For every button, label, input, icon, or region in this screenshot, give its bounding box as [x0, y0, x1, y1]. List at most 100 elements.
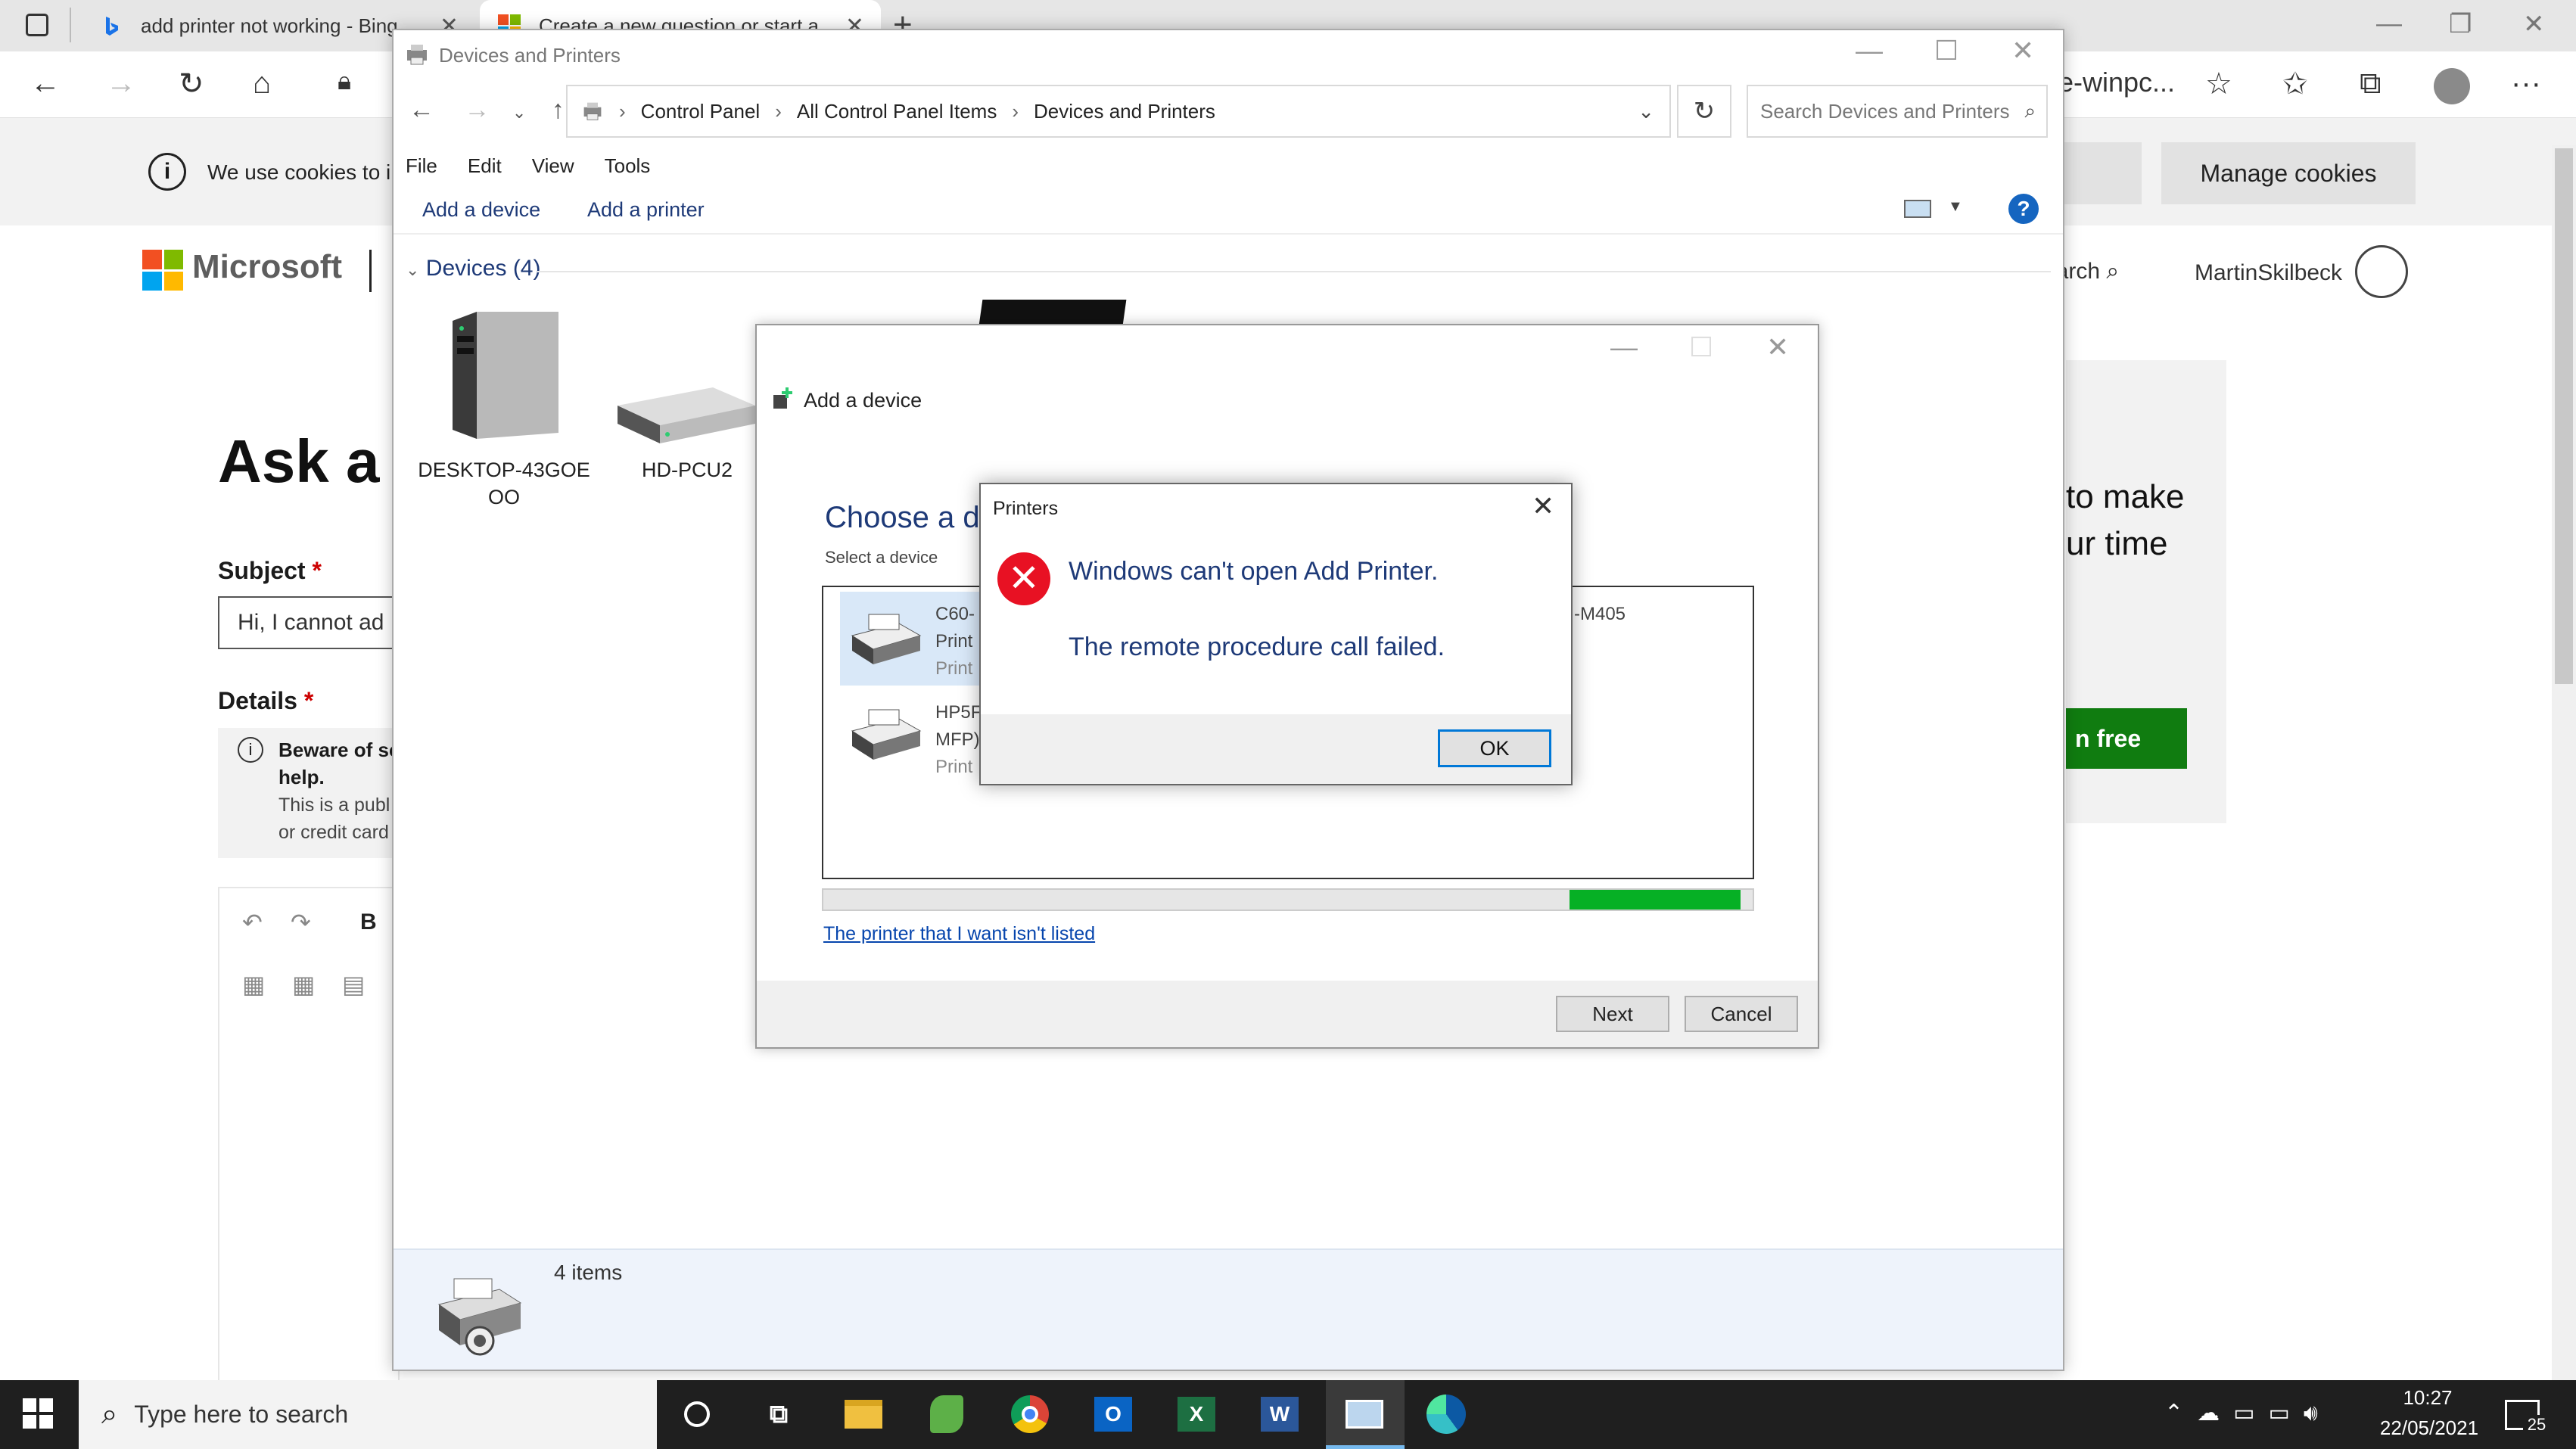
excel-icon[interactable]: X — [1171, 1389, 1221, 1439]
undo-icon[interactable]: ↶ — [242, 908, 263, 937]
chevron-up-icon[interactable]: ⌃ — [2164, 1401, 2197, 1426]
tab-divider — [70, 8, 71, 42]
user-avatar-icon[interactable] — [2355, 245, 2408, 298]
progress-fill — [1570, 890, 1741, 910]
edge-icon[interactable] — [1421, 1389, 1471, 1439]
breadcrumb-separator: › — [775, 99, 782, 123]
search-icon: ⌕ — [101, 1398, 118, 1430]
bold-button[interactable]: B — [360, 910, 377, 935]
system-tray[interactable]: ⌃☁▭▭🔊︎ — [2164, 1400, 2332, 1426]
device-type: Print — [935, 757, 973, 777]
close-icon[interactable]: ✕ — [2011, 35, 2034, 67]
microsoft-logo-icon[interactable] — [142, 250, 183, 291]
task-view-icon[interactable]: ⧉ — [754, 1389, 804, 1439]
refresh-icon[interactable]: ↻ — [179, 67, 204, 101]
more-icon[interactable]: ··· — [2511, 67, 2541, 101]
evernote-icon[interactable] — [922, 1389, 972, 1439]
address-bar[interactable]: › Control Panel › All Control Panel Item… — [566, 85, 1671, 138]
table-grid-icon[interactable]: ▦ — [292, 970, 315, 999]
outlook-icon[interactable]: O — [1088, 1389, 1138, 1439]
word-icon[interactable]: W — [1255, 1389, 1305, 1439]
menu-view[interactable]: View — [532, 154, 574, 178]
username[interactable]: MartinSkilbeck — [2195, 260, 2342, 286]
chevron-down-icon[interactable]: ⌄ — [1638, 100, 1654, 123]
search-input[interactable]: Search Devices and Printers ⌕ — [1747, 85, 2048, 138]
chevron-down-icon: ⌄ — [406, 260, 420, 279]
printer-not-listed-link[interactable]: The printer that I want isn't listed — [823, 923, 1095, 945]
breadcrumb-control-panel[interactable]: Control Panel — [641, 100, 761, 123]
volume-icon[interactable]: 🔊︎ — [2304, 1401, 2332, 1426]
close-icon[interactable]: ✕ — [1766, 331, 1789, 363]
favorite-star-icon[interactable]: ☆ — [2205, 67, 2232, 101]
manage-cookies-button[interactable]: Manage cookies — [2161, 142, 2416, 204]
cortana-icon[interactable] — [672, 1389, 722, 1439]
device-type: MFP) — [935, 729, 980, 750]
breadcrumb-all-items[interactable]: All Control Panel Items — [797, 100, 997, 123]
menu-edit[interactable]: Edit — [468, 154, 502, 178]
device-label: OO — [487, 486, 520, 508]
tab-actions-icon[interactable] — [26, 14, 48, 36]
collections-icon[interactable]: ⧉ — [2360, 67, 2382, 101]
minimize-icon[interactable]: — — [1856, 35, 1883, 67]
next-button[interactable]: Next — [1556, 996, 1669, 1032]
forward-icon[interactable]: → — [106, 67, 136, 101]
monitor-device-icon[interactable] — [978, 300, 1127, 325]
lock-icon[interactable]: 🔒︎ — [338, 67, 351, 96]
control-panel-taskbar-icon[interactable] — [1339, 1389, 1389, 1439]
breadcrumb-devices-printers[interactable]: Devices and Printers — [1034, 100, 1215, 123]
chrome-icon[interactable] — [1005, 1389, 1055, 1439]
dialog-title: Add a device — [804, 389, 922, 412]
scrollbar-thumb[interactable] — [2555, 148, 2573, 684]
view-options-icon[interactable] — [1904, 200, 1931, 218]
table-rows-icon[interactable]: ▤ — [342, 970, 365, 999]
maximize-icon: ☐ — [1689, 331, 1714, 362]
back-icon[interactable]: ← — [30, 67, 61, 101]
battery-icon[interactable]: ▭ — [2233, 1401, 2268, 1426]
devices-group-header[interactable]: ⌄ Devices (4) — [406, 256, 540, 281]
minimize-icon[interactable]: — — [1610, 331, 1638, 363]
add-device-button[interactable]: Add a device — [422, 198, 540, 222]
printer-camera-icon — [437, 1278, 522, 1356]
error-detail: The remote procedure call failed. — [1069, 633, 1445, 661]
help-icon[interactable]: ? — [2008, 194, 2039, 224]
minimize-icon[interactable]: — — [2376, 9, 2402, 39]
chevron-down-icon[interactable]: ▼ — [1948, 198, 1963, 216]
add-printer-button[interactable]: Add a printer — [587, 198, 705, 222]
back-icon[interactable]: ← — [409, 95, 434, 124]
up-icon[interactable]: ↑ — [552, 95, 565, 124]
menu-file[interactable]: File — [406, 154, 437, 178]
close-icon[interactable]: ✕ — [1532, 490, 1554, 522]
file-explorer-icon[interactable] — [838, 1389, 888, 1439]
search-icon: ⌕ — [2106, 259, 2120, 284]
profile-avatar-icon[interactable] — [2434, 68, 2470, 104]
promo-button[interactable]: n free — [2066, 708, 2187, 769]
address-bar-fragment[interactable]: e-winpc... — [2058, 67, 2175, 98]
explorer-nav: ← → ⌄ ↑ — [409, 95, 565, 125]
ok-button[interactable]: OK — [1438, 729, 1551, 767]
network-icon[interactable]: ▭ — [2269, 1401, 2304, 1426]
onedrive-icon[interactable]: ☁ — [2197, 1401, 2233, 1426]
notification-count: 25 — [2523, 1415, 2550, 1438]
menu-tools[interactable]: Tools — [605, 154, 651, 178]
maximize-icon[interactable]: ☐ — [1934, 35, 1958, 67]
favorites-icon[interactable]: ✩ — [2282, 67, 2308, 101]
restore-icon[interactable]: ❐ — [2449, 9, 2472, 39]
subject-input[interactable]: Hi, I cannot ad — [218, 596, 400, 649]
cancel-button[interactable]: Cancel — [1685, 996, 1798, 1032]
taskbar-search-input[interactable]: ⌕ Type here to search — [79, 1380, 657, 1449]
windows-start-icon[interactable] — [23, 1398, 53, 1429]
refresh-icon[interactable]: ↻ — [1677, 85, 1731, 138]
external-drive-icon[interactable] — [614, 375, 758, 449]
recent-dropdown-icon[interactable]: ⌄ — [512, 103, 526, 122]
rich-text-editor[interactable] — [218, 887, 400, 1386]
table-icon[interactable]: ▦ — [242, 970, 265, 999]
clock-time[interactable]: 10:27 — [2382, 1386, 2473, 1410]
computer-tower-icon[interactable] — [446, 306, 562, 445]
details-label-text: Details — [218, 687, 297, 714]
forward-icon[interactable]: → — [464, 95, 490, 124]
close-window-icon[interactable]: ✕ — [2523, 9, 2545, 39]
home-icon[interactable]: ⌂ — [253, 67, 271, 101]
clock-date[interactable]: 22/05/2021 — [2369, 1416, 2490, 1440]
redo-icon[interactable]: ↷ — [291, 908, 311, 937]
microsoft-wordmark[interactable]: Microsoft — [192, 248, 342, 286]
